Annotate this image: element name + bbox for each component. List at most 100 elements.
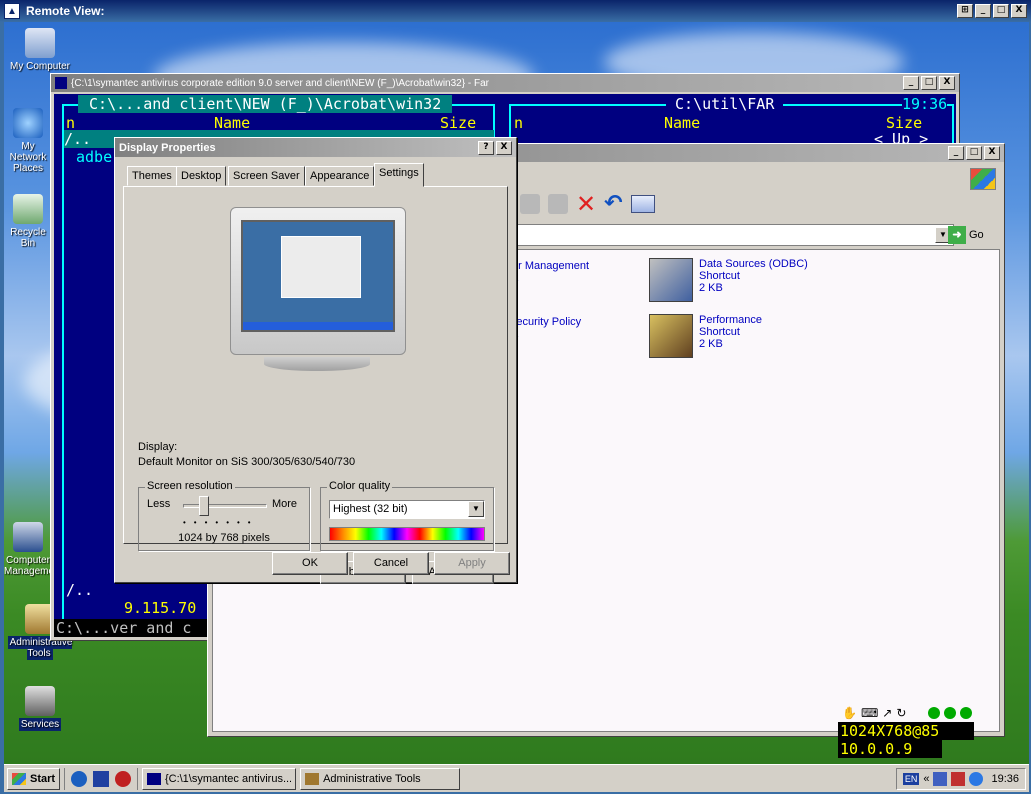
browser-icon[interactable] bbox=[71, 770, 88, 787]
far-right-col-n: n bbox=[514, 114, 524, 132]
network-icon bbox=[13, 108, 43, 138]
far-titlebar: {C:\1\symantec antivirus corporate editi… bbox=[51, 74, 959, 92]
far-clock: 19:36 bbox=[902, 95, 948, 113]
far-right-path: C:\util\FAR bbox=[666, 95, 784, 113]
language-indicator[interactable]: EN bbox=[902, 772, 920, 785]
show-desktop-icon[interactable] bbox=[93, 770, 110, 787]
delete-icon[interactable]: ✕ bbox=[576, 192, 596, 216]
keyboard-icon[interactable]: ⌨ bbox=[861, 706, 878, 720]
performance-icon bbox=[649, 314, 693, 358]
recycle-bin-icon bbox=[13, 194, 43, 224]
tab-screen-saver[interactable]: Screen Saver bbox=[228, 166, 305, 186]
far-maximize-button[interactable]: □ bbox=[921, 76, 937, 90]
resolution-slider-thumb[interactable] bbox=[199, 496, 209, 516]
far-left-path: C:\...and client\NEW (F_)\Acrobat\win32 bbox=[78, 95, 453, 113]
color-spectrum-bar bbox=[329, 527, 485, 541]
display-label: Display: bbox=[138, 441, 178, 453]
views-icon[interactable] bbox=[630, 195, 655, 213]
screen-resolution-group: Screen resolution Less More ••••••• 1024… bbox=[138, 480, 310, 551]
undo-icon[interactable]: ↶ bbox=[604, 193, 622, 215]
display-value: Default Monitor on SiS 300/305/630/540/7… bbox=[138, 456, 356, 468]
item-data-sources[interactable]: Data Sources (ODBC) Shortcut 2 KB bbox=[649, 258, 808, 302]
desktop-icon-network[interactable]: My Network Places bbox=[4, 108, 52, 174]
services-icon bbox=[25, 686, 55, 716]
far-bottom-up: /.. bbox=[66, 581, 94, 599]
slider-ticks: ••••••• bbox=[183, 518, 259, 527]
resolution-mode: 1024X768@85 bbox=[838, 722, 974, 740]
maximize-button[interactable]: □ bbox=[993, 4, 1009, 18]
desktop-icon-services[interactable]: Services bbox=[4, 686, 76, 731]
help-button[interactable]: ? bbox=[478, 140, 494, 155]
remote-view-title: Remote View: bbox=[26, 4, 105, 18]
taskbar-clock: 19:36 bbox=[991, 772, 1019, 785]
remote-view-icon: ▲ bbox=[4, 3, 20, 19]
copy-to-icon[interactable] bbox=[548, 194, 568, 214]
network-tray-icon-2[interactable] bbox=[951, 771, 966, 786]
start-button[interactable]: Start bbox=[7, 767, 61, 790]
status-green-icon bbox=[928, 707, 941, 719]
explorer-toolbar: ✕ ↶ bbox=[520, 192, 655, 216]
tab-settings[interactable]: Settings bbox=[374, 163, 424, 187]
explorer-minimize-button[interactable]: _ bbox=[948, 146, 964, 160]
remote-info-overlay: ✋ ⌨ ↗ ↻ 1024X768@85 10.0.0.9 bbox=[838, 704, 974, 760]
task-far[interactable]: {C:\1\symantec antivirus... bbox=[142, 767, 297, 790]
far-right-col-name: Name bbox=[664, 114, 701, 132]
explorer-maximize-button[interactable]: □ bbox=[966, 146, 982, 160]
tab-themes[interactable]: Themes bbox=[127, 166, 177, 186]
chevron-down-icon[interactable]: ▼ bbox=[468, 501, 484, 517]
move-to-icon[interactable] bbox=[520, 194, 540, 214]
display-properties-dialog[interactable]: Display Properties ? X Themes Desktop Sc… bbox=[114, 137, 517, 584]
desktop-icon-recycle-bin[interactable]: Recycle Bin bbox=[4, 194, 52, 249]
resolution-slider-track[interactable] bbox=[183, 504, 267, 508]
screen-resolution-label: Screen resolution bbox=[145, 480, 235, 492]
network-tray-icon[interactable] bbox=[933, 771, 948, 786]
minimize-button[interactable]: _ bbox=[975, 4, 991, 18]
desktop-icon-computer-management[interactable]: Computer Management bbox=[4, 522, 62, 577]
explorer-close-button[interactable]: X bbox=[984, 146, 1000, 160]
app-icon[interactable] bbox=[115, 770, 132, 787]
refresh-icon[interactable]: ↻ bbox=[896, 706, 906, 720]
taskbar: Start {C:\1\symantec antivirus... Admini… bbox=[4, 764, 1029, 792]
windows-logo-icon bbox=[970, 168, 996, 190]
item-security-policy[interactable]: Security Policy ut bbox=[509, 316, 581, 340]
hand-icon[interactable]: ✋ bbox=[842, 706, 857, 720]
desktop-icon-my-computer[interactable]: My Computer bbox=[4, 28, 76, 72]
far-close-button[interactable]: X bbox=[939, 76, 955, 90]
monitor-stand bbox=[264, 357, 370, 371]
color-quality-label: Color quality bbox=[327, 480, 393, 492]
cancel-button[interactable]: Cancel bbox=[353, 552, 429, 575]
go-arrow-icon: ➜ bbox=[948, 226, 966, 244]
status-green-icon-2 bbox=[944, 707, 957, 719]
monitor-screen bbox=[241, 220, 395, 332]
dialog-title: Display Properties bbox=[119, 141, 216, 154]
far-minimize-button[interactable]: _ bbox=[903, 76, 919, 90]
ok-button[interactable]: OK bbox=[272, 552, 348, 575]
tray-app-icon[interactable] bbox=[969, 771, 984, 786]
far-icon bbox=[55, 77, 67, 89]
pin-button[interactable]: ⊞ bbox=[957, 4, 973, 18]
item-computer-management[interactable]: ter Management ut bbox=[509, 260, 589, 284]
item-performance[interactable]: Performance Shortcut 2 KB bbox=[649, 314, 762, 358]
far-free-bytes: 9.115.70 bbox=[124, 599, 197, 617]
system-tray: EN « 19:36 bbox=[895, 767, 1026, 790]
pointer-icon[interactable]: ↗ bbox=[882, 706, 892, 720]
go-button[interactable]: ➜ Go bbox=[948, 224, 984, 246]
tab-desktop[interactable]: Desktop bbox=[176, 166, 227, 186]
settings-panel: Display: Default Monitor on SiS 300/305/… bbox=[123, 186, 508, 584]
task-admin-tools[interactable]: Administrative Tools bbox=[300, 767, 461, 790]
color-quality-select[interactable]: Highest (32 bit) ▼ bbox=[329, 500, 485, 519]
odbc-icon bbox=[649, 258, 693, 302]
dialog-close-button[interactable]: X bbox=[496, 140, 512, 155]
color-quality-group: Color quality Highest (32 bit) ▼ bbox=[320, 480, 494, 551]
remote-view-controls: ⊞ _ □ X bbox=[957, 4, 1027, 18]
close-button[interactable]: X bbox=[1011, 4, 1027, 18]
dialog-titlebar: Display Properties ? X bbox=[115, 138, 516, 157]
overlay-toolbar: ✋ ⌨ ↗ ↻ bbox=[838, 704, 974, 722]
apply-button[interactable]: Apply bbox=[434, 552, 510, 575]
tab-appearance[interactable]: Appearance bbox=[305, 166, 375, 186]
tray-expand-icon[interactable]: « bbox=[923, 773, 929, 785]
resolution-more-label: More bbox=[271, 498, 297, 510]
far-task-icon bbox=[147, 772, 161, 785]
far-file-item[interactable]: adbe bbox=[76, 148, 112, 166]
status-green-icon-3 bbox=[960, 707, 973, 719]
